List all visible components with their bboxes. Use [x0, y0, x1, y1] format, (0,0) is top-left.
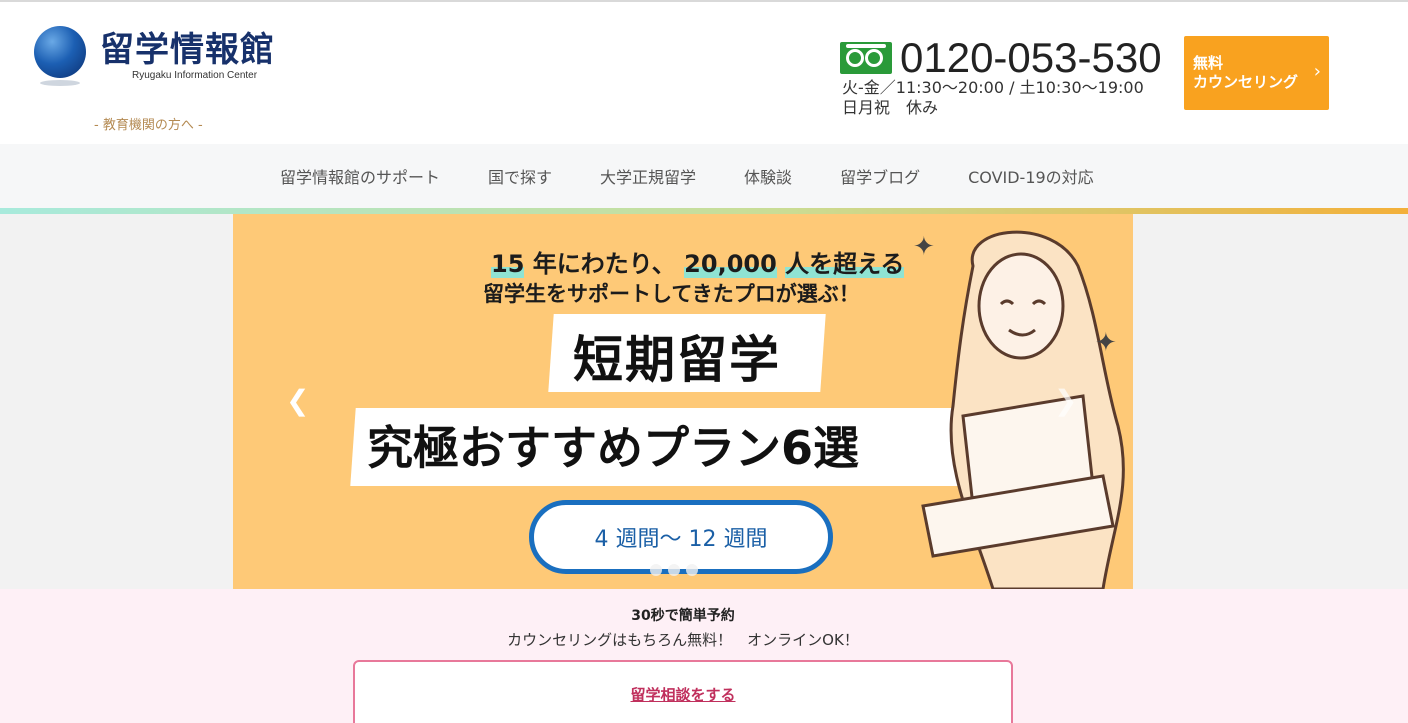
banner-title1: 短期留学: [573, 331, 781, 389]
nav-item-stories[interactable]: 体験談: [744, 164, 792, 188]
site-logo[interactable]: 留学情報館 Ryugaku Information Center: [34, 22, 284, 92]
chevron-right-icon: ›: [1313, 61, 1321, 82]
main-nav: 留学情報館のサポート 国で探す 大学正規留学 体験談 留学ブログ COVID-1…: [0, 144, 1408, 208]
logo-subtitle: Ryugaku Information Center: [132, 70, 258, 81]
hours-weekday: 火-金／11:30〜20:00 / 土10:30〜19:00: [842, 78, 1144, 97]
banner-slide[interactable]: 15 年にわたり、 20,000 人を超える 留学生をサポートしてきたプロが選ぶ…: [233, 214, 1133, 589]
carousel-dots: [650, 564, 704, 576]
sparkle-icon: ✦: [1095, 328, 1117, 358]
reservation-title: 30秒で簡単予約: [631, 608, 735, 624]
phone-number[interactable]: 0120-053-530: [900, 34, 1162, 82]
nav-item-covid[interactable]: COVID-19の対応: [968, 164, 1094, 188]
globe-logo-icon: [34, 26, 86, 78]
phone-contact: 0120-053-530 火-金／11:30〜20:00 / 土10:30〜19…: [840, 34, 1170, 118]
banner-line2: 留学生をサポートしてきたプロが選ぶ！: [483, 282, 860, 306]
nav-item-countries[interactable]: 国で探す: [488, 164, 552, 188]
carousel-next-arrow-icon[interactable]: ❯: [1054, 384, 1077, 417]
consultation-box: 留学相談をする: [353, 660, 1013, 723]
reservation-section: 30秒で簡単予約 カウンセリングはもちろん無料！ オンラインOK！ 留学相談をす…: [0, 589, 1408, 723]
carousel-dot[interactable]: [650, 564, 662, 576]
consultation-link[interactable]: 留学相談をする: [355, 684, 1011, 705]
business-hours: 火-金／11:30〜20:00 / 土10:30〜19:00 日月祝 休み: [842, 78, 1144, 118]
carousel-prev-arrow-icon[interactable]: ❮: [286, 384, 309, 417]
logo-shadow: [40, 80, 80, 86]
banner-line1-end: 人を超える: [785, 250, 905, 278]
counsel-button-line2: カウンセリング: [1193, 73, 1299, 91]
carousel-dot[interactable]: [668, 564, 680, 576]
logo-title: 留学情報館: [100, 30, 275, 70]
hero-carousel: 15 年にわたり、 20,000 人を超える 留学生をサポートしてきたプロが選ぶ…: [0, 214, 1408, 589]
education-institutions-link[interactable]: - 教育機関の方へ -: [94, 114, 203, 133]
hours-holiday: 日月祝 休み: [842, 98, 939, 117]
carousel-dot[interactable]: [686, 564, 698, 576]
banner-line1-mid: 年にわたり、: [532, 250, 676, 278]
nav-item-support[interactable]: 留学情報館のサポート: [280, 164, 440, 188]
banner-duration-pill: 4 週間〜 12 週間: [529, 500, 833, 574]
nav-item-blog[interactable]: 留学ブログ: [840, 164, 920, 188]
banner-title2: 究極おすすめプラン6選: [367, 421, 860, 475]
woman-illustration: [921, 230, 1125, 589]
top-border: [0, 0, 1408, 2]
nav-item-university[interactable]: 大学正規留学: [600, 164, 696, 188]
banner-years: 15: [491, 250, 525, 278]
banner-line1: 15 年にわたり、 20,000 人を超える: [491, 244, 905, 279]
freedial-icon: [840, 42, 892, 74]
free-counseling-button[interactable]: 無料 カウンセリング ›: [1184, 36, 1329, 110]
banner-students: 20,000: [684, 250, 777, 278]
reservation-subtitle: カウンセリングはもちろん無料！ オンラインOK！: [507, 631, 859, 649]
counsel-button-line1: 無料: [1193, 54, 1224, 72]
sparkle-icon: ✦: [913, 232, 935, 262]
